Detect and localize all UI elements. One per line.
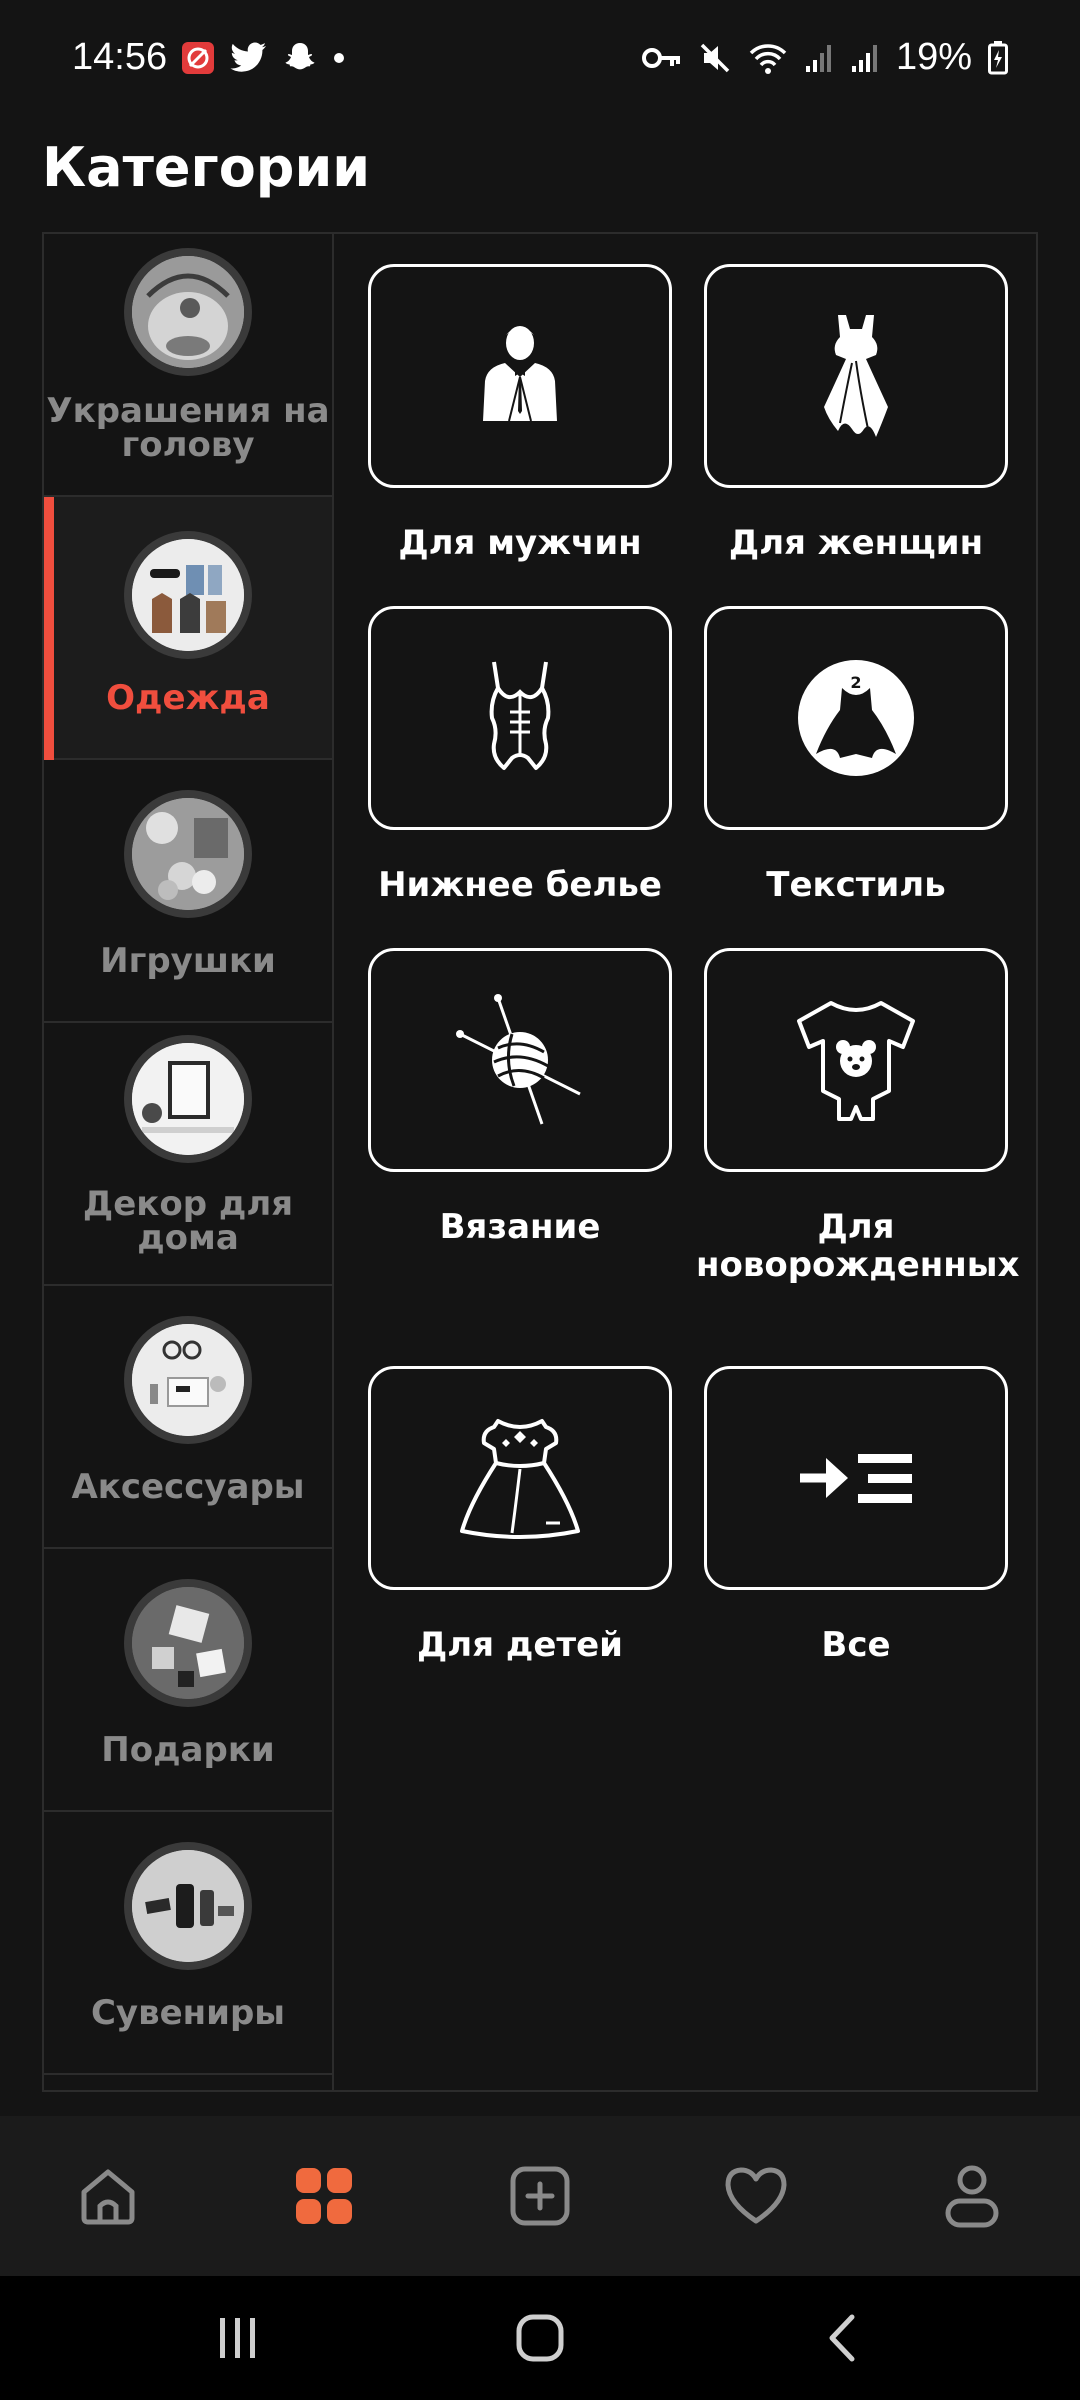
categories-icon: [296, 2168, 352, 2224]
nav-home-button[interactable]: [72, 2160, 144, 2232]
signal-1-icon: [805, 44, 831, 72]
subcategory-label: Нижнее белье: [378, 865, 662, 905]
nav-favorites-button[interactable]: [720, 2160, 792, 2232]
sidebar-item-label: Сувениры: [90, 1993, 286, 2033]
kids-dress-icon: [460, 1419, 580, 1539]
nav-categories-button[interactable]: [288, 2160, 360, 2232]
sidebar-item-label: Декор для дома: [82, 1184, 294, 1258]
subcategory-card-kids[interactable]: [368, 1366, 672, 1590]
bottom-navigation: [0, 2116, 1080, 2276]
profile-icon: [945, 2165, 999, 2228]
subcategory-card-women[interactable]: [704, 264, 1008, 488]
battery-charging-icon: [988, 40, 1008, 74]
home-system-button[interactable]: [508, 2306, 572, 2370]
signal-2-icon: [851, 44, 877, 72]
twitter-icon: [230, 42, 266, 72]
dress-icon: [824, 315, 888, 437]
subcategory-card-newborns[interactable]: [704, 948, 1008, 1172]
sidebar-item-head-jewelry[interactable]: Украшения на голову: [44, 234, 332, 497]
suit-man-icon: [483, 326, 557, 422]
sidebar-item-gifts[interactable]: Подарки: [44, 1549, 332, 1812]
sidebar-item-label: Подарки: [101, 1730, 275, 1770]
back-icon: [829, 2314, 855, 2362]
category-sidebar[interactable]: Украшения на голову Одежда Игрушки Декор…: [44, 234, 334, 2090]
nav-add-button[interactable]: [504, 2160, 576, 2232]
sidebar-item-accessories[interactable]: Аксессуары: [44, 1286, 332, 1549]
sidebar-item-clothing[interactable]: Одежда: [44, 497, 332, 760]
subcategory-label: Для женщин: [728, 523, 984, 563]
category-thumbnail: [124, 1035, 252, 1163]
status-bar: 14:56 19%: [0, 0, 1080, 118]
category-thumbnail: [124, 531, 252, 659]
subcategory-label: Для детей: [417, 1625, 623, 1665]
system-navigation-bar: [0, 2276, 1080, 2400]
subcategory-label: Все: [821, 1625, 891, 1665]
category-thumbnail: [124, 1316, 252, 1444]
svg-text:2: 2: [850, 673, 861, 692]
subcategory-label: Для мужчин: [398, 523, 642, 563]
app-notification-icon: [182, 42, 214, 74]
wifi-icon: [749, 43, 787, 74]
sidebar-item-label: Аксессуары: [71, 1467, 305, 1507]
nav-profile-button[interactable]: [936, 2160, 1008, 2232]
sidebar-item-toys[interactable]: Игрушки: [44, 760, 332, 1023]
subcategory-label: Вязание: [439, 1207, 601, 1247]
category-thumbnail: [124, 248, 252, 376]
vpn-key-icon: [641, 47, 680, 68]
battery-percent: 19%: [895, 36, 972, 78]
subcategory-card-all[interactable]: [704, 1366, 1008, 1590]
recent-apps-button[interactable]: [206, 2306, 270, 2370]
back-system-button[interactable]: [810, 2306, 874, 2370]
sidebar-item-label: Игрушки: [100, 941, 276, 981]
sidebar-item-label: Одежда: [106, 678, 270, 718]
page-title: Категории: [42, 136, 371, 199]
textile-icon: 2: [798, 660, 914, 776]
home-icon: [81, 2169, 135, 2225]
subcategory-label: Для новорожденных: [696, 1207, 1020, 1285]
subcategory-card-men[interactable]: [368, 264, 672, 488]
system-status-icons: 19%: [641, 36, 1008, 79]
yarn-ball-icon: [456, 994, 581, 1125]
baby-bodysuit-icon: [797, 1001, 915, 1121]
show-all-icon: [800, 1454, 912, 1503]
subcategory-card-knitting[interactable]: [368, 948, 672, 1172]
category-thumbnail: [124, 1842, 252, 1970]
subcategory-label: Текстиль: [766, 865, 946, 905]
lingerie-icon: [489, 661, 551, 770]
active-indicator: [44, 497, 54, 760]
sidebar-item-souvenirs[interactable]: Сувениры: [44, 1812, 332, 2075]
category-thumbnail: [124, 1579, 252, 1707]
mute-icon: [700, 43, 730, 72]
category-thumbnail: [124, 790, 252, 918]
status-time: 14:56: [72, 36, 168, 78]
add-icon: [510, 2166, 570, 2226]
recent-apps-icon: [220, 2318, 255, 2358]
sidebar-item-label: Украшения на голову: [46, 391, 330, 465]
home-circle-icon: [516, 2314, 564, 2362]
subcategory-card-lingerie[interactable]: [368, 606, 672, 830]
more-notifications-dot-icon: [334, 53, 344, 63]
categories-panel: Украшения на голову Одежда Игрушки Декор…: [42, 232, 1038, 2092]
notification-icons: [180, 40, 346, 76]
snapchat-icon: [285, 43, 315, 70]
sidebar-item-home-decor[interactable]: Декор для дома: [44, 1023, 332, 1286]
favorites-icon: [725, 2167, 787, 2224]
subcategory-card-textile[interactable]: 2: [704, 606, 1008, 830]
